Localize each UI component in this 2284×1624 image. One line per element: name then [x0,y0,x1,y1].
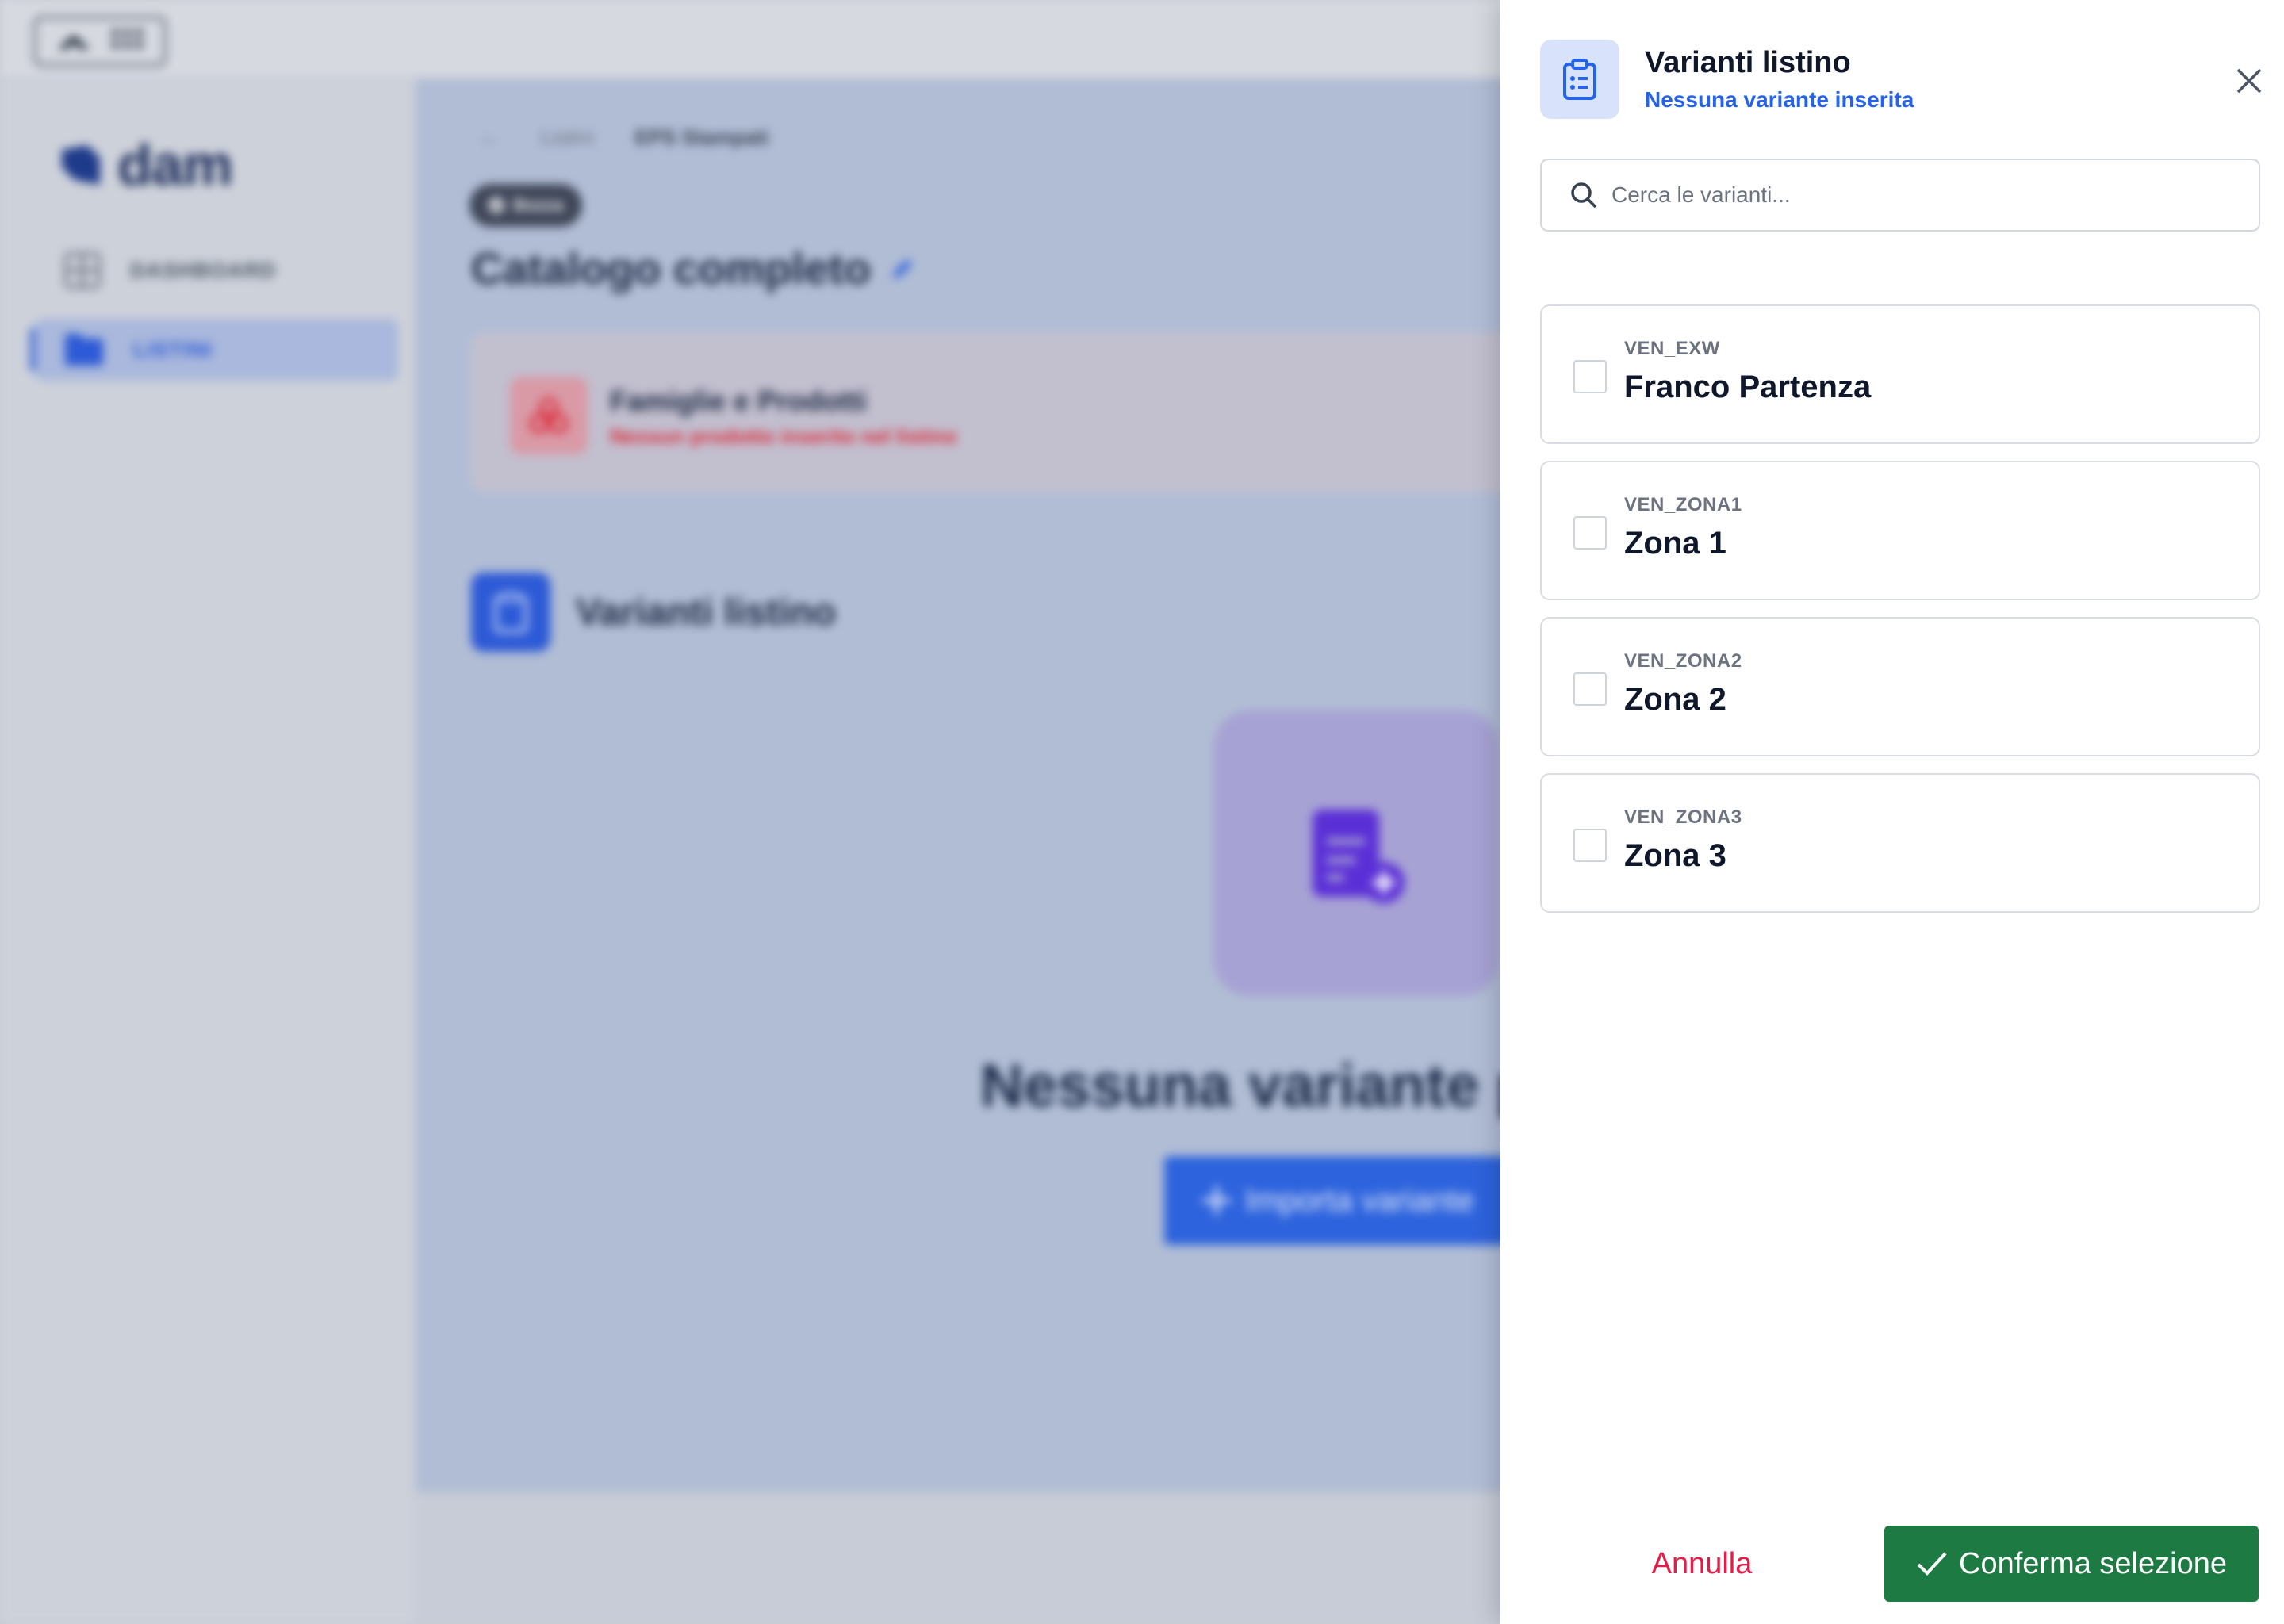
app-switcher-button[interactable] [33,16,167,67]
breadcrumb-item: EPS Stampati [634,125,769,149]
empty-state-illustration [1213,710,1499,996]
variants-drawer: Varianti listino Nessuna variante inseri… [1500,0,2284,1624]
variant-code: VEN_ZONA3 [1624,806,1742,828]
close-icon [2236,68,2262,94]
status-badge: Bozza [469,184,582,227]
search-input[interactable] [1611,182,2214,208]
logo-text: dam [117,134,233,197]
sidebar-item-label: LISTINI [133,337,213,362]
families-card-title: Famiglie e Prodotti [610,385,868,417]
cubes-icon [510,377,588,454]
breadcrumb-item[interactable]: Listini [541,125,593,150]
logo: dam [59,133,233,198]
sidebar-item-label: DASHBOARD [130,258,277,282]
clipboard-icon [471,573,550,652]
families-card-subtitle: Nessun prodotto inserito nel listino [610,424,957,448]
back-arrow-button[interactable]: ← [479,125,500,150]
variants-section-title: Varianti listino [576,591,837,634]
search-icon [1571,182,1597,209]
variant-item[interactable]: VEN_ZONA1 Zona 1 [1540,461,2260,600]
variant-name: Zona 2 [1624,682,1726,717]
folder-icon [65,334,103,366]
brand-icon [58,35,90,49]
variant-code: VEN_EXW [1624,338,1720,359]
variant-checkbox[interactable] [1573,829,1607,862]
check-icon [1917,1552,1947,1576]
confirm-selection-button[interactable]: Conferma selezione [1884,1526,2259,1602]
apps-grid-icon [112,29,143,48]
variant-item[interactable]: VEN_EXW Franco Partenza [1540,304,2260,444]
variant-checkbox[interactable] [1573,672,1607,706]
plus-icon [1202,1186,1231,1215]
check-circle-icon [489,197,505,213]
variant-checkbox[interactable] [1573,360,1607,393]
variant-name: Zona 1 [1624,526,1726,561]
variants-list: VEN_EXW Franco Partenza VEN_ZONA1 Zona 1… [1540,304,2260,929]
variant-code: VEN_ZONA1 [1624,494,1742,515]
drawer-subtitle: Nessuna variante inserita [1645,87,1914,112]
variants-section-header: Varianti listino [471,573,836,652]
sidebar-item-listini[interactable]: LISTINI [35,319,398,381]
page-title-text: Catalogo completo [471,243,872,293]
logo-mark-icon [62,145,100,185]
variant-checkbox[interactable] [1573,516,1607,550]
confirm-selection-label: Conferma selezione [1959,1546,2227,1580]
breadcrumb: ← Listini EPS Stampati [479,125,769,150]
drawer-title: Varianti listino [1645,46,1851,79]
variant-name: Zona 3 [1624,838,1726,873]
import-variant-label: Importa variante [1245,1182,1475,1218]
pencil-icon[interactable] [888,255,917,283]
variant-name: Franco Partenza [1624,370,1872,404]
sidebar [0,79,414,1624]
families-card[interactable]: Famiglie e Prodotti Nessun prodotto inse… [471,333,1597,492]
page-title: Catalogo completo [471,243,917,294]
variant-item[interactable]: VEN_ZONA3 Zona 3 [1540,773,2260,913]
sidebar-item-dashboard[interactable]: DASHBOARD [35,239,398,301]
clipboard-add-icon [1313,810,1405,903]
grid-icon [64,252,101,289]
close-button[interactable] [2230,62,2268,100]
variant-code: VEN_ZONA2 [1624,650,1742,672]
clipboard-list-icon [1540,40,1619,119]
status-badge-label: Bozza [513,195,564,215]
search-box [1540,159,2260,232]
cancel-button[interactable]: Annulla [1539,1526,1865,1602]
variant-item[interactable]: VEN_ZONA2 Zona 2 [1540,617,2260,756]
